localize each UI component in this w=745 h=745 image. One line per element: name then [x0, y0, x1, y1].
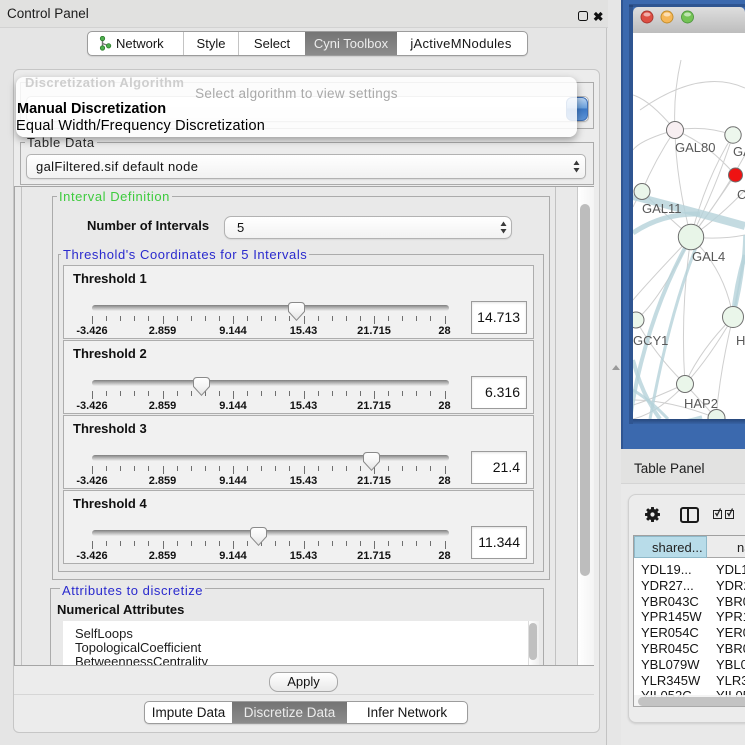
svg-text:GAL80: GAL80	[675, 140, 715, 155]
svg-text:GAL4: GAL4	[692, 249, 725, 264]
svg-text:GAL11: GAL11	[642, 201, 682, 216]
svg-text:GA: GA	[733, 144, 745, 159]
svg-text:HAP2: HAP2	[684, 396, 718, 411]
svg-text:C: C	[737, 187, 745, 202]
svg-text:H: H	[736, 333, 745, 348]
svg-text:GCY1: GCY1	[633, 333, 668, 348]
